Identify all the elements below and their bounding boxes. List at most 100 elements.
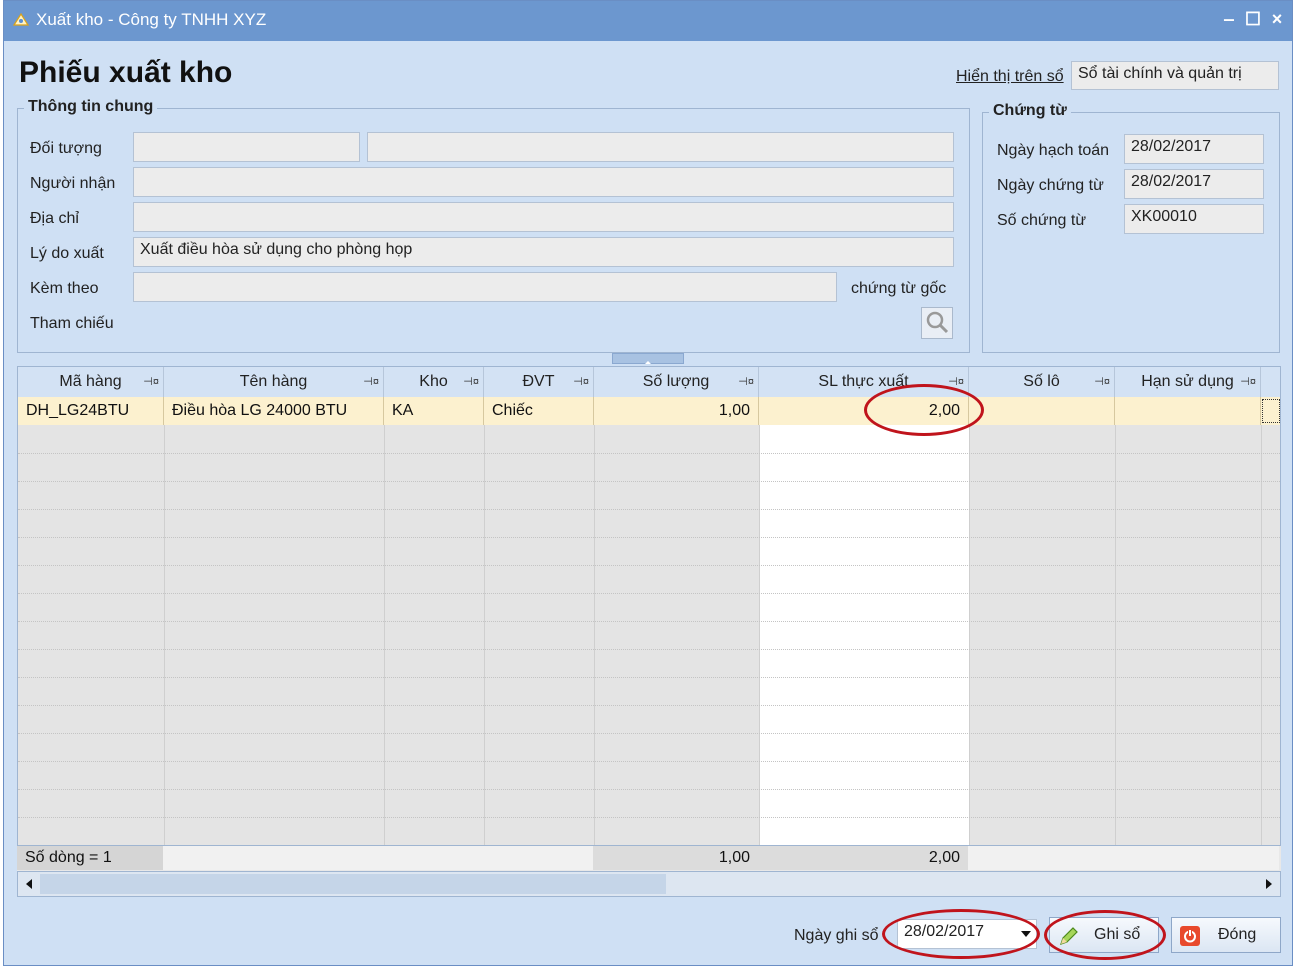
collapse-splitter[interactable]	[612, 353, 684, 364]
grid-row-line	[18, 649, 1280, 650]
power-icon	[1180, 926, 1200, 946]
ngay-ghi-so-value: 28/02/2017	[904, 923, 985, 940]
nguoi-nhan-label: Người nhận	[30, 175, 116, 192]
maximize-button[interactable]: ☐	[1242, 7, 1264, 31]
reference-search-button[interactable]	[921, 307, 953, 339]
display-on-book-label: Hiển thị trên sổ	[956, 68, 1064, 86]
col-kho[interactable]: Kho ⊣¤	[384, 367, 484, 397]
grid-header: Mã hàng ⊣¤ Tên hàng ⊣¤ Kho ⊣¤ ĐVT ⊣¤ Số lượn…	[18, 367, 1280, 398]
grid-row-line	[18, 705, 1280, 706]
ngay-hach-toan-input[interactable]: 28/02/2017	[1124, 134, 1264, 164]
chevron-down-icon[interactable]	[1020, 930, 1032, 938]
grid-row-line	[18, 565, 1280, 566]
tham-chieu-label: Tham chiếu	[30, 315, 114, 332]
grid-col-divider	[594, 425, 595, 870]
row-count: Số dòng = 1	[17, 846, 163, 870]
col-so-luong[interactable]: Số lượng ⊣¤	[594, 367, 759, 397]
pin-icon[interactable]: ⊣¤	[1094, 367, 1110, 397]
grid-footer: Số dòng = 1 1,00 2,00	[17, 845, 1281, 871]
ngay-ghi-so-input[interactable]: 28/02/2017	[897, 919, 1037, 949]
pin-icon[interactable]: ⊣¤	[463, 367, 479, 397]
cell-so-lo[interactable]	[969, 397, 1115, 425]
display-on-book-label-text: Hiển thị trên sổ	[956, 68, 1064, 85]
ngay-hach-toan-label: Ngày hạch toán	[997, 142, 1110, 159]
so-chung-tu-label: Số chứng từ	[997, 212, 1087, 229]
col-dvt[interactable]: ĐVT ⊣¤	[484, 367, 594, 397]
dong-label: Đóng	[1218, 926, 1257, 943]
ghi-so-button[interactable]: Ghi sổ	[1049, 917, 1159, 953]
grid-row-line	[18, 817, 1280, 818]
dia-chi-label: Địa chỉ	[30, 210, 79, 227]
cell-ten-hang[interactable]: Điều hòa LG 24000 BTU	[164, 397, 384, 425]
kem-theo-label: Kèm theo	[30, 280, 99, 297]
grid-row-line	[18, 677, 1280, 678]
col-ten-hang[interactable]: Tên hàng ⊣¤	[164, 367, 384, 397]
ly-do-input[interactable]: Xuất điều hòa sử dụng cho phòng họp	[133, 237, 954, 267]
col-sl-thuc-xuat[interactable]: SL thực xuất ⊣¤	[759, 367, 969, 397]
dong-button[interactable]: Đóng	[1171, 917, 1281, 953]
cell-han-su-dung[interactable]	[1115, 397, 1261, 425]
title-bar[interactable]: Xuất kho - Công ty TNHH XYZ ‒ ☐ ×	[4, 1, 1292, 41]
ngay-ghi-so-label: Ngày ghi sổ	[794, 927, 879, 944]
doi-tuong-name-input[interactable]	[367, 132, 954, 162]
grid-row-line	[18, 481, 1280, 482]
total-sl-thuc-xuat: 2,00	[758, 846, 968, 870]
cell-dvt[interactable]: Chiếc	[484, 397, 594, 425]
col-sl-thuc-xuat-label: SL thực xuất	[818, 373, 909, 390]
doi-tuong-code-input[interactable]	[133, 132, 360, 162]
grid-row-line	[18, 509, 1280, 510]
cell-sl-thuc-xuat[interactable]: 2,00	[759, 397, 969, 425]
col-han-su-dung-label: Hạn sử dụng	[1141, 373, 1234, 390]
col-so-luong-label: Số lượng	[642, 373, 710, 390]
display-on-book-select[interactable]: Sổ tài chính và quản trị	[1071, 61, 1279, 90]
doi-tuong-label: Đối tượng	[30, 140, 102, 157]
minimize-button[interactable]: ‒	[1218, 7, 1240, 31]
grid-row-line	[18, 537, 1280, 538]
window-title: Xuất kho - Công ty TNHH XYZ	[36, 10, 267, 29]
pin-icon[interactable]: ⊣¤	[573, 367, 589, 397]
col-dvt-label: ĐVT	[522, 373, 555, 390]
grid-col-divider	[1115, 425, 1116, 870]
grid-col-divider	[164, 425, 165, 870]
col-so-lo-label: Số lô	[1023, 373, 1060, 390]
grid-row-line	[18, 789, 1280, 790]
footer-spacer	[163, 846, 593, 870]
dia-chi-input[interactable]	[133, 202, 954, 232]
arrow-left-icon[interactable]	[24, 878, 34, 890]
kem-theo-input[interactable]	[133, 272, 837, 302]
so-chung-tu-input[interactable]: XK00010	[1124, 204, 1264, 234]
col-kho-label: Kho	[419, 373, 448, 390]
col-ma-hang[interactable]: Mã hàng ⊣¤	[18, 367, 164, 397]
scrollbar-thumb[interactable]	[40, 874, 666, 894]
nguoi-nhan-input[interactable]	[133, 167, 954, 197]
pencil-icon	[1060, 927, 1078, 945]
grid-col-divider	[484, 425, 485, 870]
horizontal-scrollbar[interactable]	[17, 871, 1281, 897]
pin-icon[interactable]: ⊣¤	[948, 367, 964, 397]
cell-kho[interactable]: KA	[384, 397, 484, 425]
pin-icon[interactable]: ⊣¤	[363, 367, 379, 397]
detail-grid[interactable]: Mã hàng ⊣¤ Tên hàng ⊣¤ Kho ⊣¤ ĐVT ⊣¤ Số lượn…	[17, 366, 1281, 871]
grid-col-divider	[384, 425, 385, 870]
row-selector[interactable]	[1262, 399, 1280, 423]
window: Xuất kho - Công ty TNHH XYZ ‒ ☐ × Phiếu …	[3, 0, 1293, 966]
cell-so-luong[interactable]: 1,00	[594, 397, 759, 425]
col-so-lo[interactable]: Số lô ⊣¤	[969, 367, 1115, 397]
voucher-title: Chứng từ	[989, 102, 1071, 120]
close-button[interactable]: ×	[1266, 7, 1288, 31]
pin-icon[interactable]: ⊣¤	[1240, 367, 1256, 397]
grid-row-line	[18, 453, 1280, 454]
col-han-su-dung[interactable]: Hạn sử dụng ⊣¤	[1115, 367, 1261, 397]
general-info-title: Thông tin chung	[24, 98, 158, 116]
cell-ma-hang[interactable]: DH_LG24BTU	[18, 397, 164, 425]
pin-icon[interactable]: ⊣¤	[143, 367, 159, 397]
grid-row-line	[18, 733, 1280, 734]
magnifier-icon	[926, 311, 949, 334]
table-row[interactable]: DH_LG24BTU Điều hòa LG 24000 BTU KA Chiế…	[18, 397, 1280, 425]
ly-do-label: Lý do xuất	[30, 245, 104, 262]
arrow-right-icon[interactable]	[1264, 878, 1274, 890]
grid-editable-column-bg	[759, 425, 969, 870]
chung-tu-goc-label: chứng từ gốc	[851, 280, 947, 297]
ngay-chung-tu-input[interactable]: 28/02/2017	[1124, 169, 1264, 199]
pin-icon[interactable]: ⊣¤	[738, 367, 754, 397]
